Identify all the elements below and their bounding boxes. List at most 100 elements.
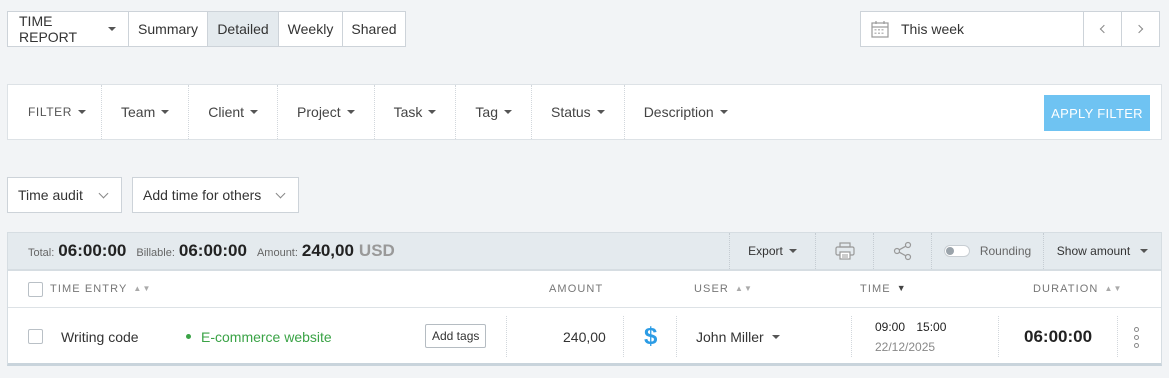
caret-down-icon bbox=[1140, 249, 1149, 253]
chevron-down-icon bbox=[98, 188, 109, 199]
total-label: Total: bbox=[28, 247, 55, 259]
time-start-end: 09:00 15:00 bbox=[875, 320, 946, 334]
time-entries-table: TIME ENTRY ▲▼ AMOUNT USER ▲▼ TIME ▼ DURATIO… bbox=[7, 270, 1162, 366]
previous-period-button[interactable] bbox=[1083, 11, 1122, 47]
report-tabs: TIME REPORT Summary Detailed Weekly Shar… bbox=[7, 11, 406, 47]
caret-down-icon bbox=[503, 110, 512, 114]
sort-icon: ▲▼ bbox=[1104, 284, 1123, 293]
entry-description[interactable]: Writing code bbox=[61, 308, 139, 365]
amount-value: 240,00 bbox=[301, 241, 354, 260]
show-amount-dropdown[interactable]: Show amount bbox=[1043, 233, 1161, 269]
billable-toggle[interactable]: $ bbox=[644, 308, 657, 365]
column-user[interactable]: USER ▲▼ bbox=[694, 283, 753, 295]
filter-team[interactable]: Team bbox=[102, 85, 190, 139]
chevron-right-icon bbox=[1134, 24, 1144, 34]
divider bbox=[851, 316, 852, 357]
date-range-field[interactable]: This week bbox=[860, 11, 1084, 47]
next-period-button[interactable] bbox=[1121, 11, 1160, 47]
filter-client[interactable]: Client bbox=[189, 85, 279, 139]
row-checkbox[interactable] bbox=[28, 329, 43, 344]
divider bbox=[998, 316, 999, 357]
entry-duration[interactable]: 06:00:00 bbox=[1024, 308, 1092, 365]
tab-shared-label: Shared bbox=[351, 21, 397, 37]
time-audit-label: Time audit bbox=[18, 187, 83, 203]
print-button[interactable] bbox=[815, 233, 873, 269]
toggle-switch bbox=[943, 245, 970, 257]
tab-summary-label: Summary bbox=[138, 21, 198, 37]
add-tags-button[interactable]: Add tags bbox=[425, 324, 487, 348]
printer-icon bbox=[834, 242, 855, 260]
table-header: TIME ENTRY ▲▼ AMOUNT USER ▲▼ TIME ▼ DURATIO… bbox=[8, 271, 1161, 308]
time-report-dropdown[interactable]: TIME REPORT bbox=[7, 11, 129, 47]
tab-weekly-label: Weekly bbox=[287, 21, 334, 37]
summary-totals: Total: 06:00:00 Billable: 06:00:00 Amoun… bbox=[8, 241, 395, 261]
divider bbox=[1117, 316, 1118, 357]
calendar-icon bbox=[871, 21, 889, 38]
column-duration[interactable]: DURATION ▲▼ bbox=[1033, 283, 1122, 295]
share-button[interactable] bbox=[873, 233, 931, 269]
entry-amount: 240,00 bbox=[563, 328, 606, 345]
add-time-label: Add time for others bbox=[143, 187, 262, 203]
export-dropdown[interactable]: Export bbox=[729, 233, 815, 269]
column-time[interactable]: TIME ▼ bbox=[860, 283, 907, 295]
select-all-checkbox[interactable] bbox=[28, 282, 43, 297]
filter-task[interactable]: Task bbox=[375, 85, 457, 139]
summary-bar: Total: 06:00:00 Billable: 06:00:00 Amoun… bbox=[7, 232, 1162, 270]
more-options-icon[interactable] bbox=[1134, 327, 1139, 348]
filter-description[interactable]: Description bbox=[625, 85, 747, 139]
tab-shared[interactable]: Shared bbox=[342, 11, 406, 47]
caret-down-icon bbox=[346, 110, 355, 114]
project-selector[interactable]: E-commerce website bbox=[186, 308, 332, 365]
summary-tools: Export Rounding Show amount bbox=[729, 233, 1161, 269]
filter-tag[interactable]: Tag bbox=[456, 85, 532, 139]
divider bbox=[623, 316, 624, 357]
caret-down-icon bbox=[250, 110, 259, 114]
filter-status[interactable]: Status bbox=[532, 85, 625, 139]
sort-icon: ▲▼ bbox=[133, 284, 152, 293]
filter-bar: FILTER Team Client Project Task Tag Stat… bbox=[7, 84, 1162, 140]
caret-down-icon bbox=[596, 110, 605, 114]
tab-weekly[interactable]: Weekly bbox=[278, 11, 343, 47]
filter-project-label: Project bbox=[297, 104, 341, 120]
entry-date: 22/12/2025 bbox=[875, 339, 936, 354]
filter-client-label: Client bbox=[208, 104, 245, 120]
export-label: Export bbox=[748, 244, 783, 258]
show-amount-label: Show amount bbox=[1056, 244, 1131, 258]
column-time-entry-label: TIME ENTRY bbox=[50, 283, 128, 295]
currency-label: USD bbox=[358, 241, 395, 260]
add-time-for-others-dropdown[interactable]: Add time for others bbox=[132, 177, 299, 213]
user-name: John Miller bbox=[696, 328, 764, 345]
filter-dropdown[interactable]: FILTER bbox=[8, 85, 102, 139]
date-range-picker: This week bbox=[860, 11, 1160, 47]
rounding-toggle[interactable]: Rounding bbox=[931, 233, 1043, 269]
filter-project[interactable]: Project bbox=[278, 85, 375, 139]
project-name: E-commerce website bbox=[201, 328, 332, 345]
end-time: 15:00 bbox=[916, 319, 947, 334]
tab-detailed[interactable]: Detailed bbox=[207, 11, 279, 47]
caret-down-icon bbox=[78, 110, 87, 114]
time-range[interactable]: 09:00 15:00 22/12/2025 bbox=[875, 308, 946, 365]
billable-value: 06:00:00 bbox=[178, 241, 247, 260]
user-dropdown[interactable]: John Miller bbox=[696, 308, 780, 365]
filter-team-label: Team bbox=[121, 104, 156, 120]
divider bbox=[506, 316, 507, 357]
tab-summary[interactable]: Summary bbox=[128, 11, 208, 47]
rounding-label: Rounding bbox=[979, 244, 1032, 258]
dollar-icon: $ bbox=[644, 322, 658, 350]
column-amount: AMOUNT bbox=[549, 283, 604, 295]
table-row: Writing code E-commerce website Add tags… bbox=[8, 308, 1161, 365]
column-user-label: USER bbox=[694, 283, 729, 295]
project-color-dot bbox=[186, 334, 191, 339]
chevron-down-icon bbox=[275, 188, 286, 199]
caret-down-icon bbox=[771, 334, 780, 339]
apply-filter-button[interactable]: APPLY FILTER bbox=[1044, 95, 1150, 131]
caret-down-icon bbox=[788, 249, 797, 253]
tab-detailed-label: Detailed bbox=[217, 21, 269, 37]
share-icon bbox=[893, 241, 911, 261]
sort-desc-icon: ▼ bbox=[896, 283, 907, 293]
caret-down-icon bbox=[108, 27, 116, 31]
column-time-label: TIME bbox=[860, 283, 891, 295]
column-time-entry[interactable]: TIME ENTRY ▲▼ bbox=[50, 283, 151, 295]
time-audit-dropdown[interactable]: Time audit bbox=[7, 177, 122, 213]
caret-down-icon bbox=[161, 110, 170, 114]
